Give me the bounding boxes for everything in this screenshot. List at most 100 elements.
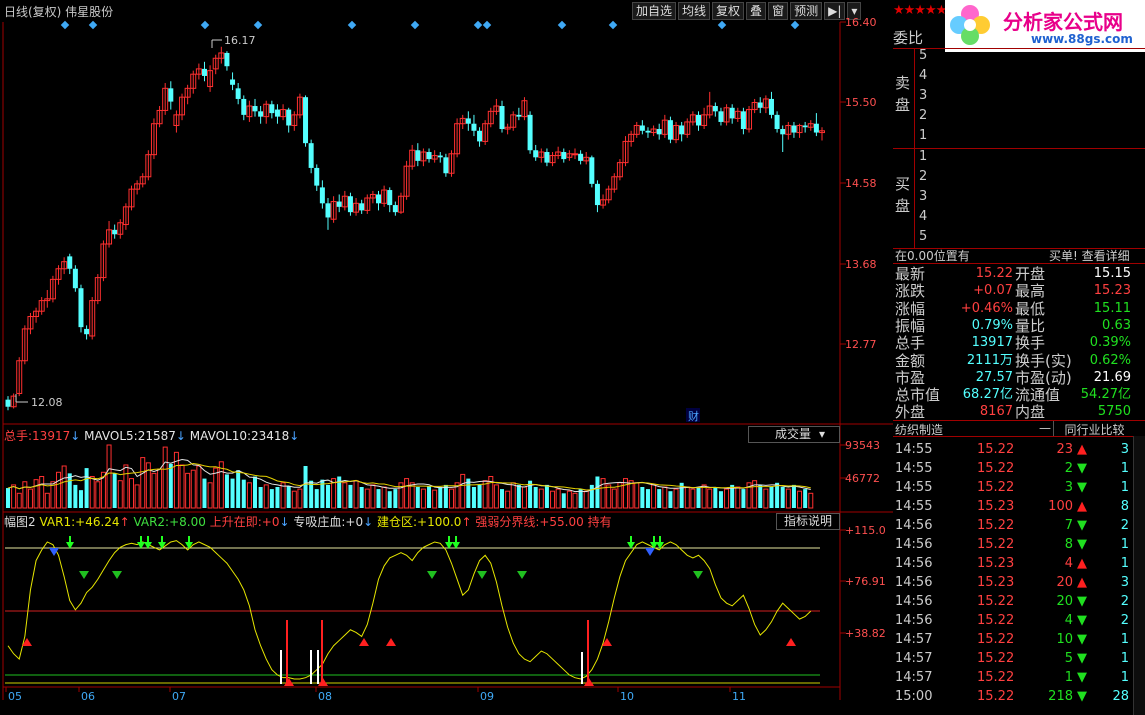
candle-down <box>347 196 353 213</box>
industry-compare-button[interactable]: 同行业比较 <box>1053 421 1135 437</box>
candle-down <box>768 98 774 115</box>
volume-bar <box>61 465 67 509</box>
tick-time: 14:56 <box>895 575 933 590</box>
volume-bar <box>640 487 645 508</box>
industry-dash: — <box>1039 421 1051 435</box>
tick-row: 14:56 15.23 20 ▲ 3 <box>893 573 1133 593</box>
quote-row: 外盘 8167 内盘 5750 <box>893 402 1133 422</box>
volume-bar <box>56 471 62 509</box>
quote-value: 5750 <box>1097 404 1131 420</box>
tick-price: 15.22 <box>977 670 1015 685</box>
volume-bar <box>611 488 617 509</box>
volume-bar <box>628 480 634 509</box>
tick-count: 3 <box>1120 575 1129 590</box>
sell-level-row: 2 <box>893 106 1133 126</box>
volume-bar <box>438 487 443 508</box>
volume-bar <box>106 444 112 509</box>
volume-bar <box>44 492 50 509</box>
arrow-down-icon: ▼ <box>1077 461 1087 476</box>
view-detail-link[interactable]: 买单! 查看详细 <box>1049 247 1130 264</box>
tick-price: 15.23 <box>977 556 1015 571</box>
indicator-help-button[interactable]: 指标说明 <box>776 513 840 530</box>
candle-down <box>168 88 174 102</box>
diamond-marker <box>473 20 483 30</box>
volume-bar <box>84 468 89 508</box>
finance-marker: 财 <box>688 409 699 423</box>
diamond-marker <box>790 20 800 30</box>
x-axis-label: 06 <box>81 690 95 703</box>
x-axis: 05 06 07 08 09 10 11 <box>5 687 746 703</box>
level-number: 1 <box>919 128 928 143</box>
mavol5-line <box>7 458 811 493</box>
tick-volume: 4 <box>1064 613 1073 628</box>
tick-price: 15.22 <box>977 632 1015 647</box>
tick-volume: 10 <box>1056 632 1073 647</box>
volume-bar <box>185 472 191 509</box>
volume-bar <box>724 488 730 509</box>
tick-time: 14:56 <box>895 556 933 571</box>
tick-count: 1 <box>1120 632 1129 647</box>
mavol5-value: 21587 <box>137 429 176 443</box>
candle-down <box>359 203 365 211</box>
tick-row: 14:55 15.22 2 ▼ 1 <box>893 459 1133 479</box>
quote-label: 内盘 <box>1015 403 1046 422</box>
level-number: 3 <box>919 189 928 204</box>
tick-count: 2 <box>1120 594 1129 609</box>
candle-down <box>437 155 443 158</box>
arrow-down-icon: ▼ <box>1077 670 1087 685</box>
tick-time: 15:00 <box>895 689 933 704</box>
chart-area[interactable]: 16.4015.5014.5813.6812.77 16.17 12.08 财 … <box>0 0 893 715</box>
candle-down <box>78 288 84 328</box>
volume-legend: 总手:13917↓ MAVOL5:21587↓ MAVOL10:23418↓ <box>4 429 300 443</box>
volume-bar <box>39 476 45 509</box>
arrow-down-icon: ▼ <box>1077 594 1087 609</box>
volume-bar <box>471 487 476 508</box>
volume-indicator-tab[interactable]: 成交量 ▾ <box>748 426 840 443</box>
diamond-marker <box>60 20 70 30</box>
candle-down <box>718 111 724 122</box>
volume-tick-high: 93543 <box>845 439 880 452</box>
volume-bar <box>684 486 690 509</box>
tick-row: 14:56 15.22 8 ▼ 1 <box>893 535 1133 555</box>
candle-down <box>791 125 797 133</box>
volume-bars <box>6 444 814 509</box>
tick-volume: 20 <box>1056 575 1073 590</box>
volume-bar <box>33 479 39 509</box>
x-axis-label: 09 <box>480 690 494 703</box>
volume-bar <box>550 490 556 509</box>
volume-bar <box>741 489 746 508</box>
candle-down <box>712 106 718 112</box>
diamond-marker <box>88 20 98 30</box>
volume-bar <box>521 486 527 509</box>
volume-bar <box>213 467 219 509</box>
volume-bar <box>432 489 438 509</box>
tick-count: 1 <box>1120 480 1129 495</box>
volume-bar <box>123 464 129 509</box>
candle-down <box>679 125 685 135</box>
volume-bar <box>78 490 83 508</box>
ticks-scrollbar[interactable] <box>1133 436 1145 715</box>
candle-down <box>325 203 331 218</box>
volume-bar <box>555 488 561 509</box>
tick-row: 14:56 15.22 4 ▼ 2 <box>893 611 1133 631</box>
price-tick-label: 15.50 <box>845 96 877 109</box>
tick-count: 1 <box>1120 461 1129 476</box>
volume-bar <box>600 478 606 509</box>
candle-down <box>224 52 230 67</box>
volume-bar <box>207 482 213 509</box>
tick-time: 14:56 <box>895 594 933 609</box>
volume-bar <box>95 481 101 509</box>
candlestick-series <box>5 46 825 411</box>
volume-bar <box>381 486 387 509</box>
level-number: 4 <box>919 68 928 83</box>
sell-level-row: 4 <box>893 66 1133 86</box>
volume-bar <box>353 480 359 509</box>
candle-down <box>67 256 73 269</box>
volume-bar <box>482 480 488 509</box>
volume-bar <box>6 488 10 508</box>
volume-bar <box>89 476 95 509</box>
candle-down <box>813 123 819 133</box>
sell-signal-arrow <box>517 571 527 579</box>
tick-volume: 100 <box>1048 499 1073 514</box>
mavol10-value: 23418 <box>251 429 290 443</box>
